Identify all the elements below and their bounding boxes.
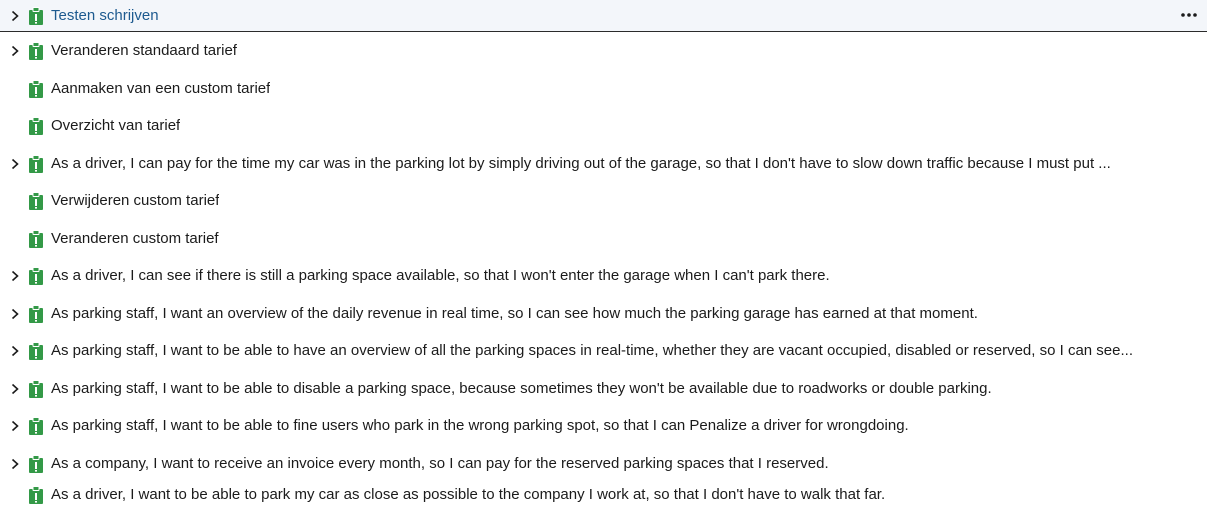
chevron-right-icon[interactable] <box>8 148 22 180</box>
product-backlog-item-icon <box>28 455 44 473</box>
backlog-row[interactable]: As a driver, I can pay for the time my c… <box>0 148 1207 180</box>
product-backlog-item-icon <box>28 342 44 360</box>
product-backlog-item-icon <box>28 155 44 173</box>
backlog-item-title[interactable]: Testen schrijven <box>51 0 159 32</box>
backlog-item-title[interactable]: As parking staff, I want to be able to d… <box>51 373 992 405</box>
product-backlog-item-icon <box>28 267 44 285</box>
product-backlog-item-icon <box>28 305 44 323</box>
chevron-right-icon[interactable] <box>8 373 22 405</box>
backlog-list: Testen schrijven Veranderen standaard ta… <box>0 0 1207 511</box>
backlog-item-title[interactable]: As a driver, I can see if there is still… <box>51 260 830 292</box>
backlog-row[interactable]: Verwijderen custom tarief <box>0 185 1207 217</box>
backlog-row[interactable]: Testen schrijven <box>0 0 1207 32</box>
product-backlog-item-icon <box>28 7 44 25</box>
product-backlog-item-icon <box>28 230 44 248</box>
product-backlog-item-icon <box>28 380 44 398</box>
backlog-item-title[interactable]: Overzicht van tarief <box>51 110 180 142</box>
backlog-item-title[interactable]: Verwijderen custom tarief <box>51 185 219 217</box>
backlog-row[interactable]: As a company, I want to receive an invoi… <box>0 448 1207 480</box>
product-backlog-item-icon <box>28 42 44 60</box>
product-backlog-item-icon <box>28 117 44 135</box>
backlog-row[interactable]: Aanmaken van een custom tarief <box>0 73 1207 105</box>
backlog-item-title[interactable]: Veranderen custom tarief <box>51 223 219 255</box>
backlog-row[interactable]: Veranderen custom tarief <box>0 223 1207 255</box>
backlog-item-title[interactable]: As a driver, I can pay for the time my c… <box>51 148 1111 180</box>
chevron-right-icon[interactable] <box>8 260 22 292</box>
backlog-row[interactable]: Veranderen standaard tarief <box>0 35 1207 67</box>
backlog-row[interactable]: As a driver, I want to be able to park m… <box>0 479 1207 511</box>
backlog-item-title[interactable]: As parking staff, I want to be able to f… <box>51 410 909 442</box>
chevron-right-icon[interactable] <box>8 335 22 367</box>
backlog-item-title[interactable]: As a company, I want to receive an invoi… <box>51 448 829 480</box>
backlog-item-title[interactable]: Aanmaken van een custom tarief <box>51 73 270 105</box>
chevron-right-icon[interactable] <box>8 448 22 480</box>
backlog-item-title[interactable]: As parking staff, I want to be able to h… <box>51 335 1133 367</box>
backlog-item-title[interactable]: As a driver, I want to be able to park m… <box>51 479 885 511</box>
backlog-row[interactable]: As parking staff, I want to be able to d… <box>0 373 1207 405</box>
backlog-item-title[interactable]: Veranderen standaard tarief <box>51 35 237 67</box>
product-backlog-item-icon <box>28 417 44 435</box>
product-backlog-item-icon <box>28 486 44 504</box>
chevron-right-icon[interactable] <box>8 410 22 442</box>
chevron-right-icon[interactable] <box>8 35 22 67</box>
product-backlog-item-icon <box>28 192 44 210</box>
more-actions-icon[interactable] <box>1175 0 1203 30</box>
backlog-row[interactable]: As a driver, I can see if there is still… <box>0 260 1207 292</box>
product-backlog-item-icon <box>28 80 44 98</box>
backlog-row[interactable]: As parking staff, I want to be able to f… <box>0 410 1207 442</box>
chevron-right-icon[interactable] <box>8 0 22 32</box>
backlog-row[interactable]: As parking staff, I want an overview of … <box>0 298 1207 330</box>
chevron-right-icon[interactable] <box>8 298 22 330</box>
backlog-row[interactable]: Overzicht van tarief <box>0 110 1207 142</box>
backlog-row[interactable]: As parking staff, I want to be able to h… <box>0 335 1207 367</box>
backlog-item-title[interactable]: As parking staff, I want an overview of … <box>51 298 978 330</box>
